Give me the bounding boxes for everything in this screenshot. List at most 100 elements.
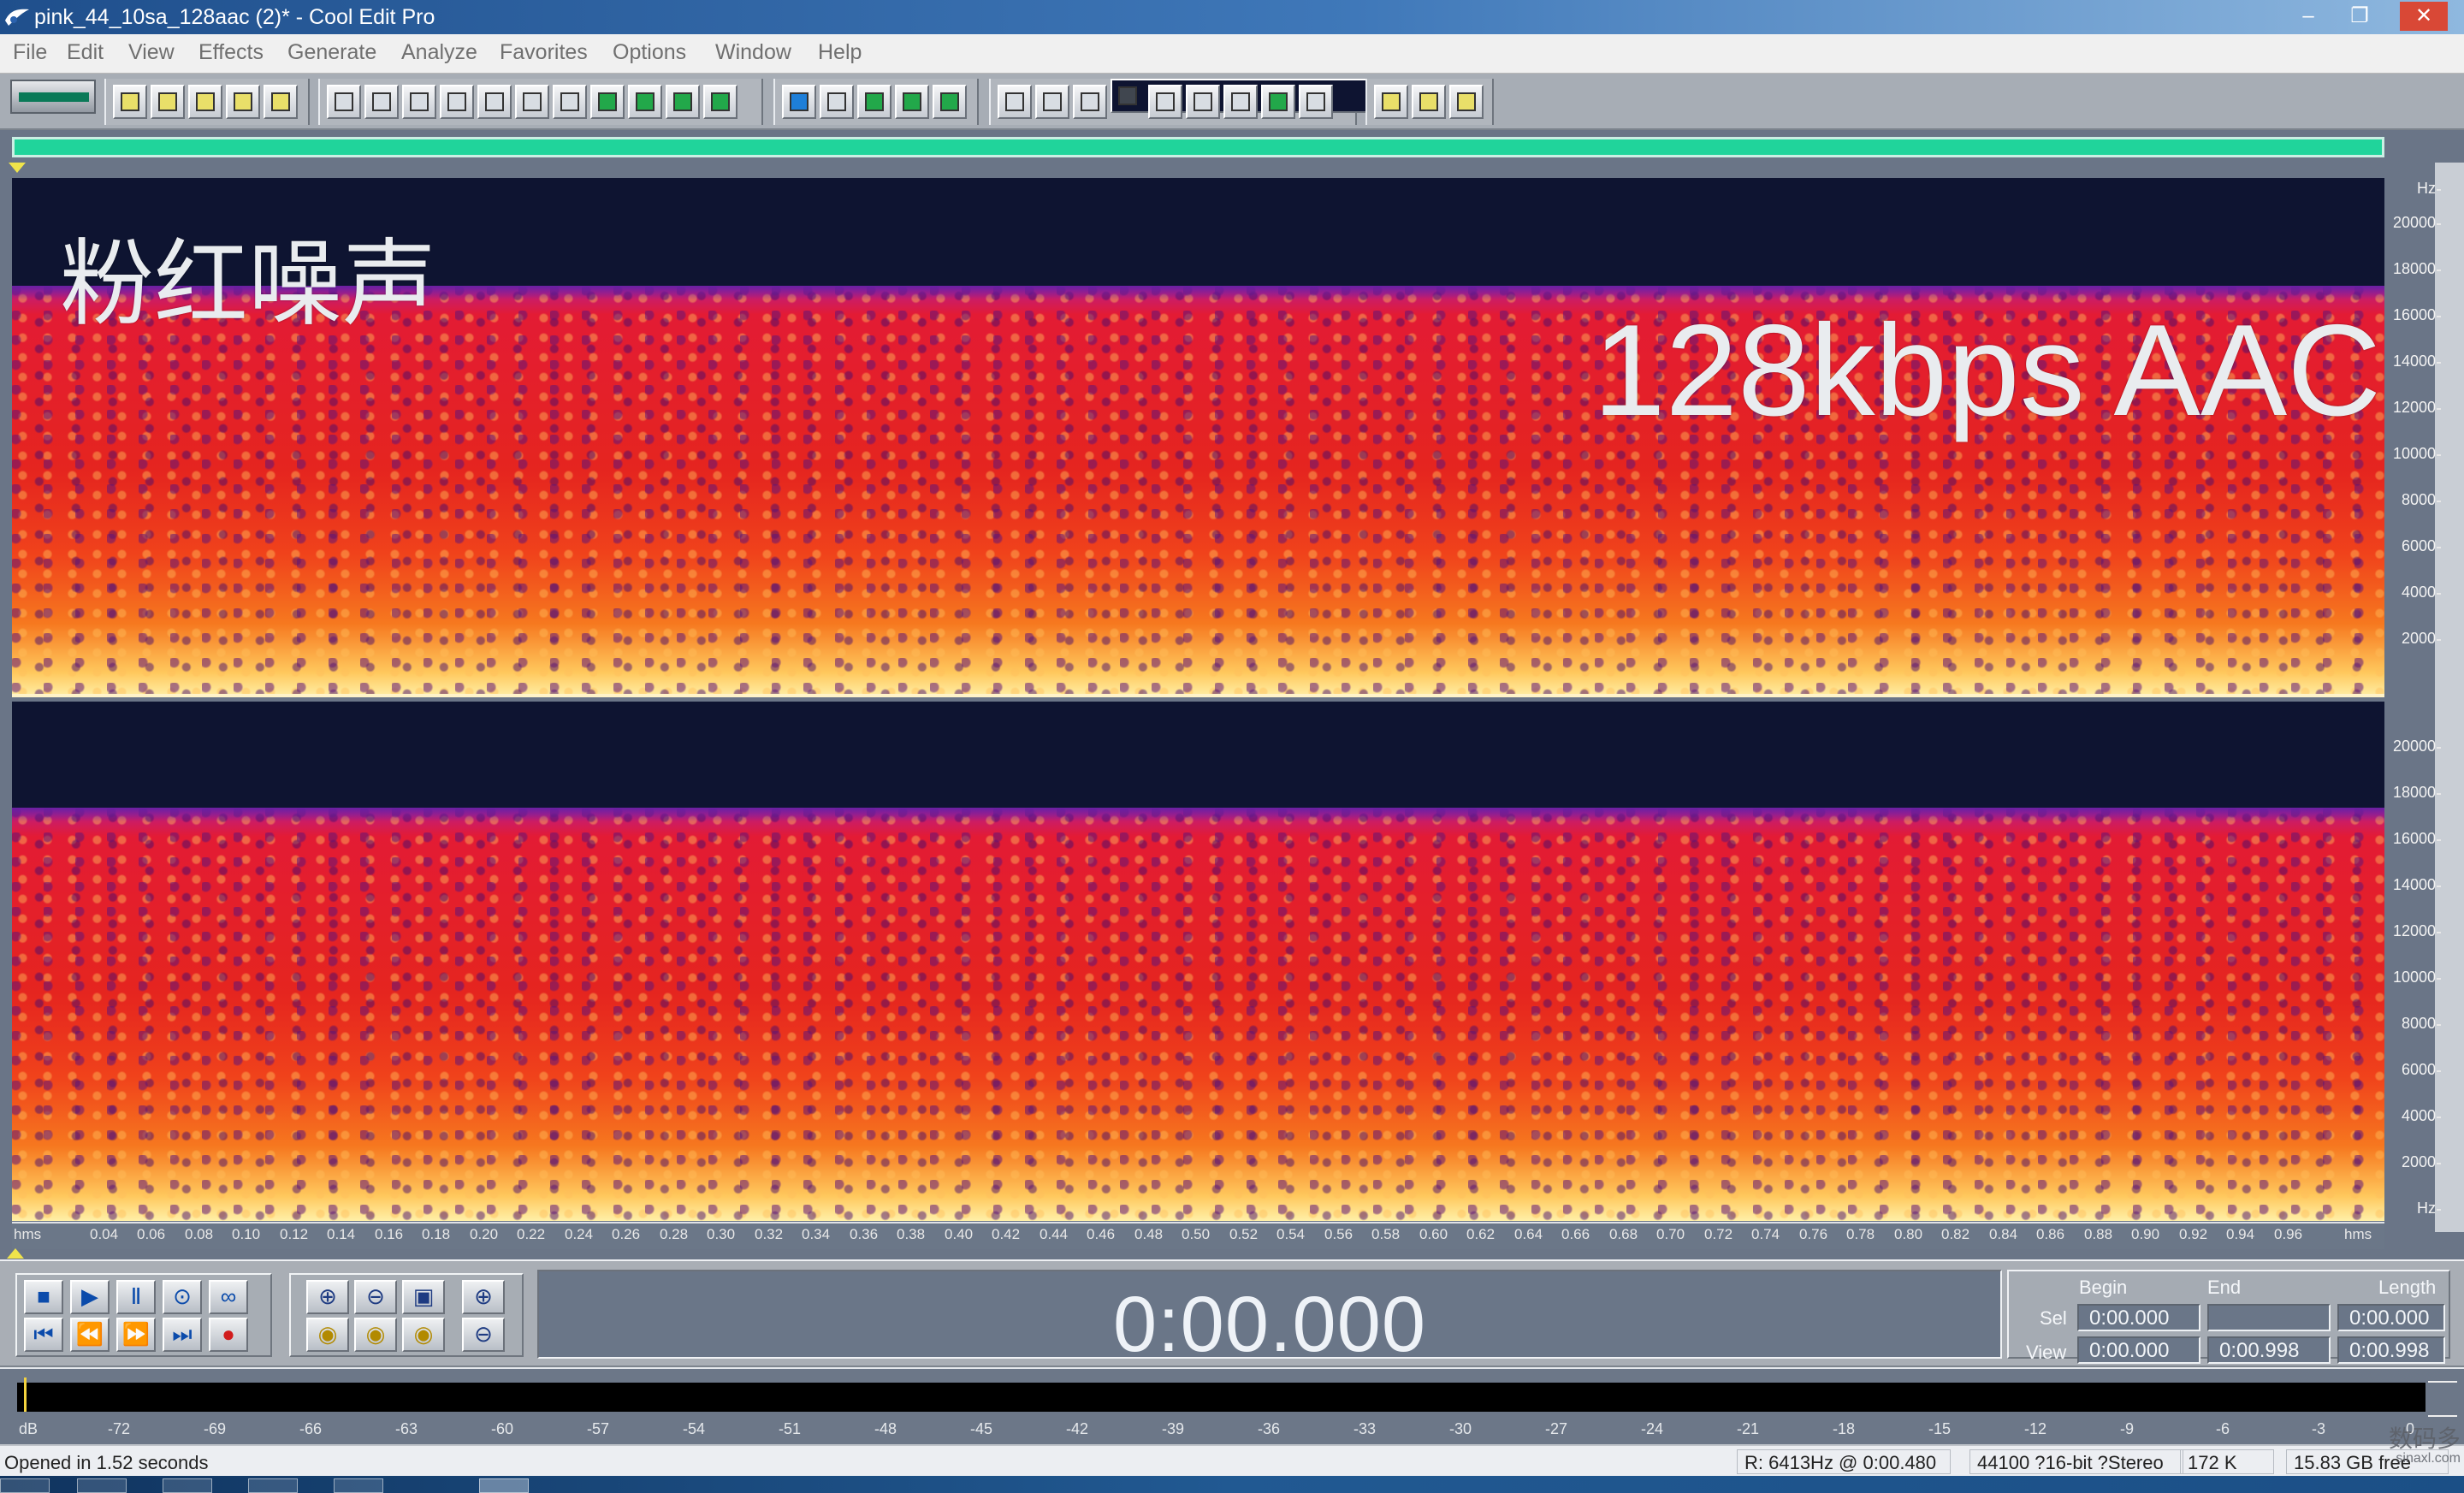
stop-button[interactable]: ■ <box>24 1280 63 1314</box>
freq-tick: 10000 <box>2392 969 2442 986</box>
taskbar-app-button[interactable] <box>163 1478 212 1493</box>
zoom-in-horizontal-button[interactable]: ⊕ <box>306 1280 349 1314</box>
save-button[interactable] <box>188 85 222 119</box>
menu-favorites[interactable]: Favorites <box>500 40 588 65</box>
zoom-right-button[interactable]: ◉ <box>354 1318 397 1352</box>
zoom-out-horizontal-button[interactable]: ⊖ <box>354 1280 397 1314</box>
freq-tick: 20000 <box>2392 214 2442 231</box>
db-tick: -21 <box>1737 1420 1760 1437</box>
start-button[interactable] <box>0 1478 50 1493</box>
mix-paste-button[interactable] <box>590 85 625 119</box>
undo-button[interactable] <box>327 85 361 119</box>
left-channel-button[interactable] <box>857 85 891 119</box>
vertical-scrollbar[interactable] <box>2435 163 2464 1232</box>
level-options-icon[interactable] <box>2428 1381 2457 1417</box>
help-button[interactable] <box>1449 85 1484 119</box>
zoom-full-button[interactable]: ▣ <box>402 1280 445 1314</box>
fast-forward-button[interactable]: ⏩ <box>116 1318 156 1352</box>
menu-view[interactable]: View <box>128 40 175 65</box>
taskbar-app-button[interactable] <box>334 1478 383 1493</box>
level-window-button[interactable] <box>1261 85 1295 119</box>
menu-effects[interactable]: Effects <box>198 40 264 65</box>
view-end-field[interactable]: 0:00.998 <box>2207 1336 2331 1364</box>
both-channels-button[interactable] <box>933 85 967 119</box>
time-window-button[interactable] <box>1186 85 1220 119</box>
menu-analyze[interactable]: Analyze <box>401 40 477 65</box>
menu-help[interactable]: Help <box>818 40 862 65</box>
db-tick: -24 <box>1641 1420 1664 1437</box>
redo-button[interactable] <box>364 85 399 119</box>
info-button[interactable] <box>998 85 1032 119</box>
menu-options[interactable]: Options <box>613 40 686 65</box>
hz-label: Hz <box>2417 180 2441 197</box>
time-tick: 0.78 <box>1846 1226 1875 1242</box>
repeat-button[interactable] <box>402 85 436 119</box>
crop-button[interactable] <box>666 85 700 119</box>
save-all-button[interactable] <box>226 85 260 119</box>
multitrack-switch-button[interactable] <box>10 80 96 114</box>
new-file-button[interactable] <box>113 85 147 119</box>
end-marker-icon[interactable] <box>7 1248 24 1259</box>
playlist-button[interactable] <box>1073 85 1107 119</box>
play-to-end-button[interactable]: ⊙ <box>163 1280 202 1314</box>
left-channel-spectrogram[interactable]: 粉红噪声 128kbps AAC <box>12 178 2384 697</box>
paste-button[interactable] <box>553 85 587 119</box>
zoom-out-vertical-button[interactable]: ⊖ <box>462 1318 505 1352</box>
folder-icon <box>158 92 177 111</box>
menu-file[interactable]: File <box>13 40 47 65</box>
menu-edit[interactable]: Edit <box>67 40 104 65</box>
time-tick: 0.74 <box>1751 1226 1780 1242</box>
taskbar-app-button[interactable] <box>248 1478 298 1493</box>
play-button[interactable]: ▶ <box>70 1280 110 1314</box>
close-button[interactable]: ✕ <box>2400 2 2448 31</box>
copy-new-button[interactable] <box>477 85 512 119</box>
freq-tick: 2000 <box>2401 630 2442 647</box>
taskbar-cool-edit-button[interactable] <box>479 1478 529 1493</box>
right-channel-spectrogram[interactable] <box>12 702 2384 1221</box>
copy-button[interactable] <box>440 85 474 119</box>
sel-end-field[interactable] <box>2207 1304 2331 1331</box>
zoom-selection-button[interactable]: ◉ <box>402 1318 445 1352</box>
taskbar-app-button[interactable] <box>77 1478 127 1493</box>
restore-button[interactable]: ❐ <box>2336 2 2384 31</box>
sel-length-field[interactable]: 0:00.000 <box>2337 1304 2445 1331</box>
frequency-window-button[interactable] <box>1223 85 1258 119</box>
paste-new-button[interactable] <box>628 85 662 119</box>
menu-window[interactable]: Window <box>715 40 791 65</box>
time-tick: 0.08 <box>185 1226 214 1242</box>
cue-list-button[interactable] <box>1035 85 1069 119</box>
spectral-view-button[interactable] <box>782 85 816 119</box>
zoom-window-button[interactable] <box>1148 85 1182 119</box>
overview-bar[interactable] <box>12 137 2384 157</box>
rewind-button[interactable]: ⏪ <box>70 1318 110 1352</box>
play-icon <box>1118 86 1137 105</box>
zoom-in-vertical-button[interactable]: ⊕ <box>462 1280 505 1314</box>
loop-button[interactable]: ∞ <box>209 1280 248 1314</box>
settings-button[interactable] <box>1374 85 1408 119</box>
pause-button[interactable]: Ⅱ <box>116 1280 156 1314</box>
time-ruler[interactable]: hms 0.04 0.06 0.08 0.10 0.12 0.14 0.16 0… <box>12 1222 2384 1249</box>
script-button[interactable] <box>1412 85 1446 119</box>
view-begin-field[interactable]: 0:00.000 <box>2077 1336 2200 1364</box>
cut-button[interactable] <box>515 85 549 119</box>
open-file-button[interactable] <box>151 85 185 119</box>
status-window-button[interactable] <box>1299 85 1333 119</box>
menu-generate[interactable]: Generate <box>287 40 376 65</box>
go-to-end-button[interactable]: ⏭ <box>163 1318 202 1352</box>
delete-silence-button[interactable] <box>703 85 737 119</box>
envelope-button[interactable] <box>820 85 854 119</box>
start-marker-icon[interactable] <box>9 163 26 173</box>
time-tick: 0.82 <box>1941 1226 1970 1242</box>
record-button[interactable]: ● <box>209 1318 248 1352</box>
close-file-button[interactable] <box>264 85 298 119</box>
time-tick: 0.42 <box>992 1226 1021 1242</box>
db-tick: -48 <box>874 1420 897 1437</box>
freq-tick: 18000 <box>2392 260 2442 277</box>
sel-begin-field[interactable]: 0:00.000 <box>2077 1304 2200 1331</box>
minimize-button[interactable]: – <box>2284 2 2332 31</box>
go-to-start-button[interactable]: ⏮ <box>24 1318 63 1352</box>
current-time: 0:00.000 <box>1112 1281 1427 1368</box>
right-channel-button[interactable] <box>895 85 929 119</box>
zoom-left-button[interactable]: ◉ <box>306 1318 349 1352</box>
view-length-field[interactable]: 0:00.998 <box>2337 1336 2445 1364</box>
